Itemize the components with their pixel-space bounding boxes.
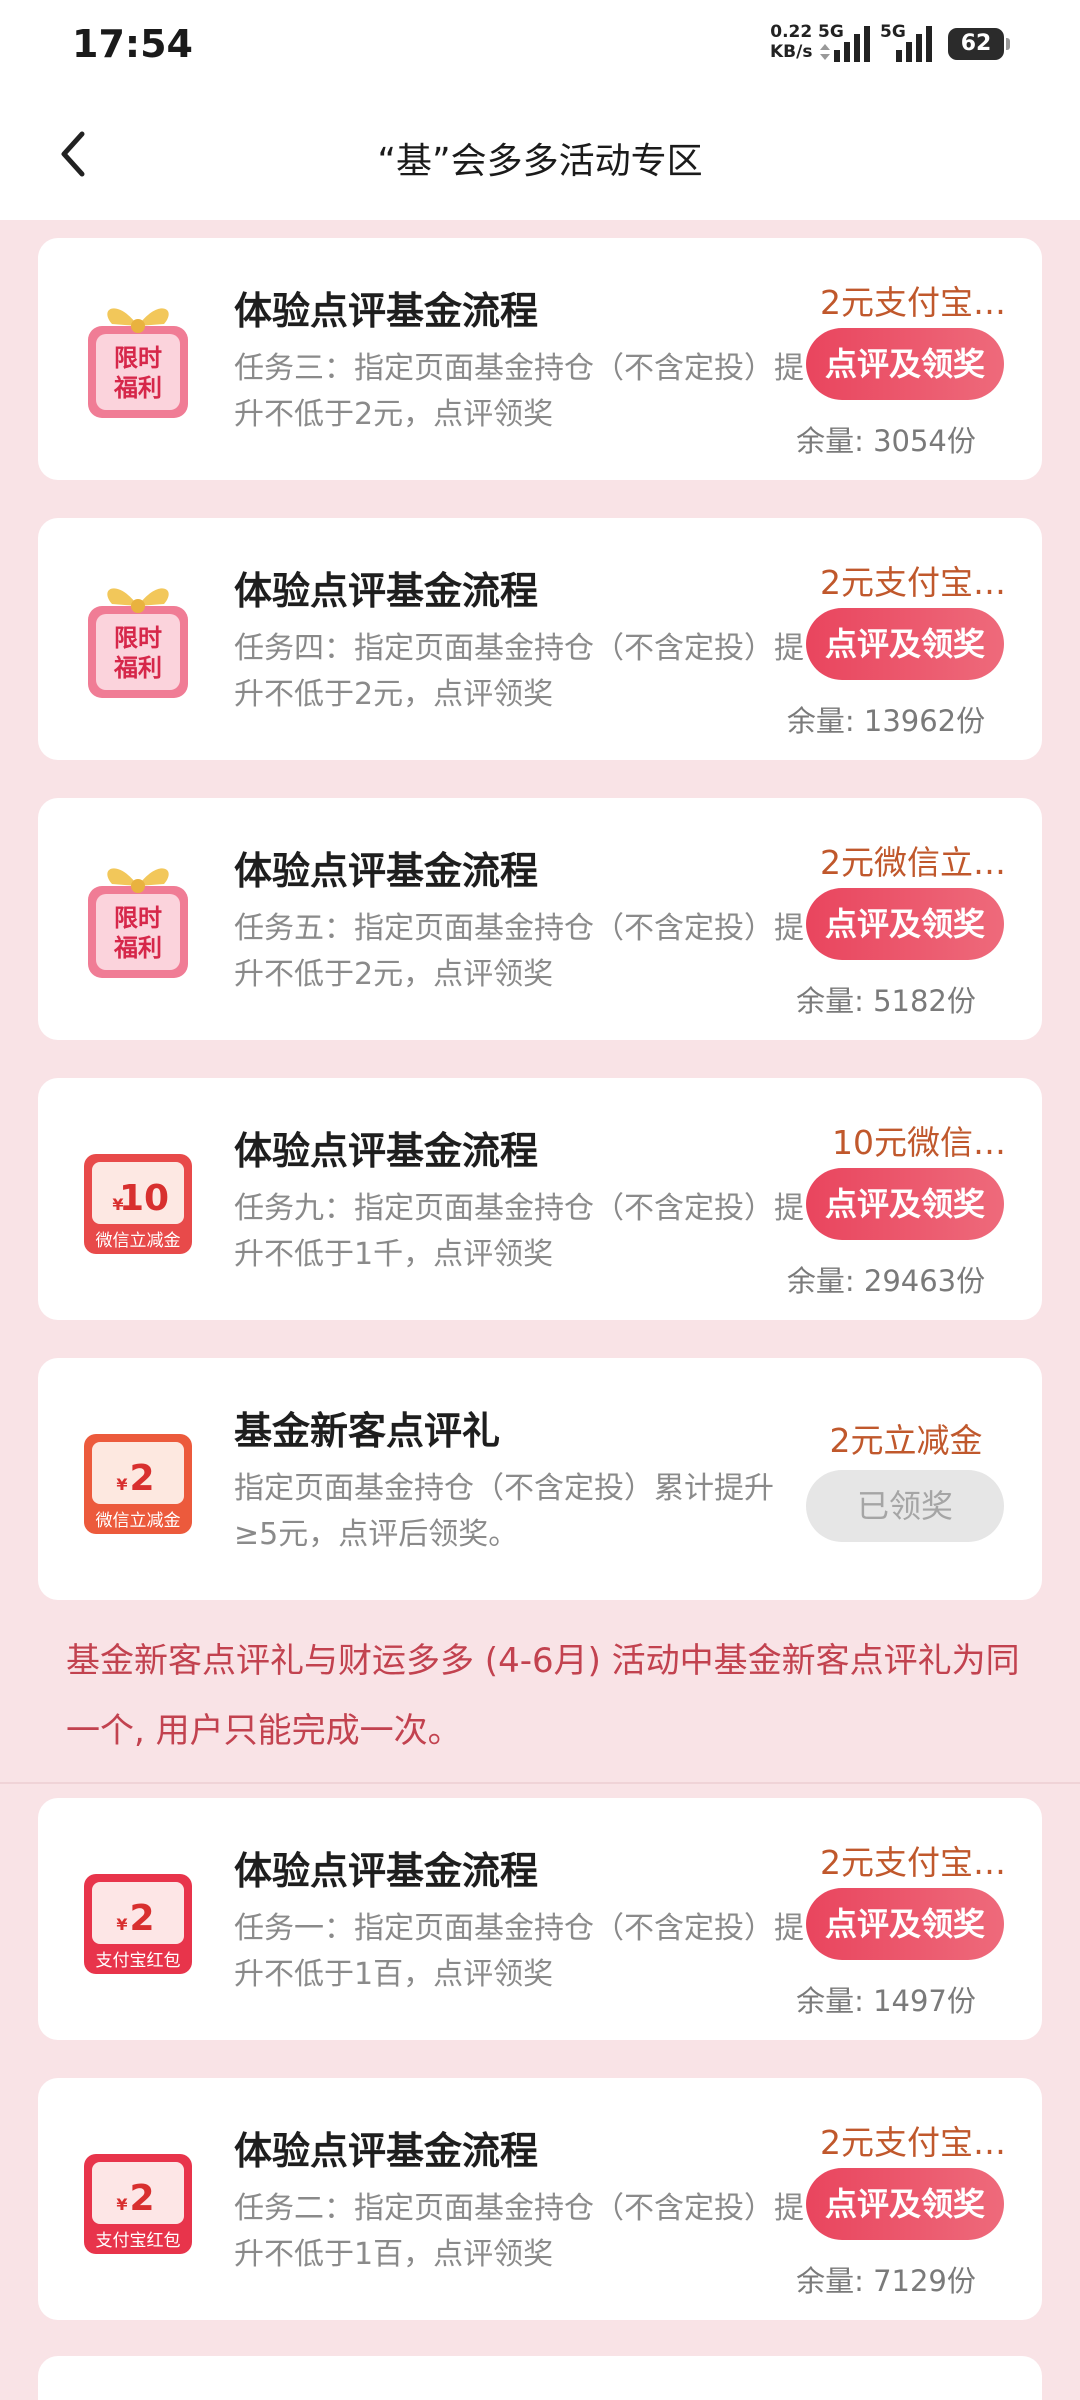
card-description: 指定页面基金持仓（不含定投）累计提升≥5元，点评后领奖。 bbox=[234, 1471, 774, 1552]
card-title: 基金新客点评礼 bbox=[234, 1409, 501, 1453]
review-claim-button[interactable]: 点评及领奖 bbox=[806, 1888, 1004, 1960]
gift-box-icon: 限时 福利 bbox=[88, 868, 188, 978]
review-claim-button[interactable]: 点评及领奖 bbox=[806, 1168, 1004, 1240]
signal-icon bbox=[834, 26, 870, 62]
stock-remaining: 余量: 29463份 bbox=[786, 1264, 986, 1298]
task-card-partial bbox=[38, 2356, 1042, 2400]
network-speed: 0.22 KB/s bbox=[770, 22, 812, 62]
review-claim-button[interactable]: 点评及领奖 bbox=[806, 2168, 1004, 2240]
coupon-amount: 2 bbox=[129, 2178, 154, 2219]
coupon-currency: ¥ bbox=[116, 1475, 127, 1494]
stock-remaining: 余量: 7129份 bbox=[796, 2264, 976, 2298]
stock-remaining: 余量: 13962份 bbox=[786, 704, 986, 738]
task-card: ¥ 2 支付宝红包 体验点评基金流程 任务一：指定页面基金持仓（不含定投）提升不… bbox=[38, 1798, 1042, 2040]
card-description: 任务五：指定页面基金持仓（不含定投）提升不低于2元，点评领奖 bbox=[234, 911, 804, 992]
card-title: 体验点评基金流程 bbox=[234, 289, 539, 333]
reward-label: 2元立减金 bbox=[829, 1421, 983, 1460]
task-card: ¥ 2 支付宝红包 体验点评基金流程 任务二：指定页面基金持仓（不含定投）提升不… bbox=[38, 2078, 1042, 2320]
card-description: 任务二：指定页面基金持仓（不含定投）提升不低于1百，点评领奖 bbox=[234, 2191, 804, 2272]
gift-icon-line1: 限时 bbox=[114, 904, 162, 932]
reward-label: 10元微信… bbox=[832, 1123, 1006, 1162]
signal-icon-2 bbox=[896, 26, 932, 62]
review-claim-button[interactable]: 点评及领奖 bbox=[806, 608, 1004, 680]
coupon-label: 微信立减金 bbox=[96, 1511, 181, 1531]
reward-label: 2元支付宝… bbox=[820, 1843, 1006, 1882]
gift-icon-line2: 福利 bbox=[113, 654, 162, 682]
coupon-icon: ¥ 10 微信立减金 bbox=[84, 1154, 192, 1254]
card-title: 体验点评基金流程 bbox=[234, 569, 539, 613]
task-card: 限时 福利 体验点评基金流程 任务五：指定页面基金持仓（不含定投）提升不低于2元… bbox=[38, 798, 1042, 1040]
task-card: ¥ 10 微信立减金 体验点评基金流程 任务九：指定页面基金持仓（不含定投）提升… bbox=[38, 1078, 1042, 1320]
battery-icon: 62 bbox=[948, 28, 1010, 60]
page-title: “基”会多多活动专区 bbox=[377, 141, 703, 182]
coupon-icon: ¥ 2 支付宝红包 bbox=[84, 1874, 192, 1974]
reward-label: 2元支付宝… bbox=[820, 283, 1006, 322]
coupon-amount: 2 bbox=[129, 1458, 154, 1499]
gift-icon-line2: 福利 bbox=[113, 934, 162, 962]
card-description: 任务三：指定页面基金持仓（不含定投）提升不低于2元，点评领奖 bbox=[234, 351, 804, 432]
stock-remaining: 余量: 1497份 bbox=[796, 1984, 976, 2018]
coupon-amount: 10 bbox=[119, 1178, 169, 1219]
card-description: 任务九：指定页面基金持仓（不含定投）提升不低于1千，点评领奖 bbox=[234, 1191, 804, 1272]
section-divider bbox=[0, 1782, 1080, 1784]
stock-remaining: 余量: 3054份 bbox=[796, 424, 976, 458]
coupon-label: 支付宝红包 bbox=[96, 2231, 181, 2251]
coupon-label: 支付宝红包 bbox=[96, 1951, 181, 1971]
card-title: 体验点评基金流程 bbox=[234, 1849, 539, 1893]
status-time: 17:54 bbox=[72, 22, 193, 66]
coupon-currency: ¥ bbox=[116, 2195, 127, 2214]
notice-text: 基金新客点评礼与财运多多 (4-6月) 活动中基金新客点评礼为同一个, 用户只能… bbox=[66, 1641, 1020, 1751]
coupon-currency: ¥ bbox=[116, 1915, 127, 1934]
new-customer-card: ¥ 2 微信立减金 基金新客点评礼 指定页面基金持仓（不含定投）累计提升≥5元，… bbox=[38, 1358, 1042, 1600]
gift-icon-line1: 限时 bbox=[114, 624, 162, 652]
card-description: 任务一：指定页面基金持仓（不含定投）提升不低于1百，点评领奖 bbox=[234, 1911, 804, 1992]
coupon-label: 微信立减金 bbox=[96, 1231, 181, 1251]
review-claim-button[interactable]: 点评及领奖 bbox=[806, 328, 1004, 400]
card-title: 体验点评基金流程 bbox=[234, 2129, 539, 2173]
reward-label: 2元微信立… bbox=[820, 843, 1006, 882]
reward-label: 2元支付宝… bbox=[820, 563, 1006, 602]
gift-box-icon: 限时 福利 bbox=[88, 588, 188, 698]
reward-label: 2元支付宝… bbox=[820, 2123, 1006, 2162]
data-transfer-icon bbox=[820, 44, 830, 60]
card-title: 体验点评基金流程 bbox=[234, 849, 539, 893]
stock-remaining: 余量: 5182份 bbox=[796, 984, 976, 1018]
task-card: 限时 福利 体验点评基金流程 任务四：指定页面基金持仓（不含定投）提升不低于2元… bbox=[38, 518, 1042, 760]
card-title: 体验点评基金流程 bbox=[234, 1129, 539, 1173]
network-speed-value: 0.22 bbox=[770, 22, 813, 42]
gift-icon-line2: 福利 bbox=[113, 374, 162, 402]
network-speed-unit: KB/s bbox=[770, 42, 813, 62]
nav-bar: “基”会多多活动专区 bbox=[0, 92, 1080, 220]
claimed-button[interactable]: 已领奖 bbox=[806, 1470, 1004, 1542]
coupon-icon: ¥ 2 支付宝红包 bbox=[84, 2154, 192, 2254]
task-card: 限时 福利 体验点评基金流程 任务三：指定页面基金持仓（不含定投）提升不低于2元… bbox=[38, 238, 1042, 480]
card-description: 任务四：指定页面基金持仓（不含定投）提升不低于2元，点评领奖 bbox=[234, 631, 804, 712]
review-claim-button[interactable]: 点评及领奖 bbox=[806, 888, 1004, 960]
coupon-icon: ¥ 2 微信立减金 bbox=[84, 1434, 192, 1534]
gift-box-icon: 限时 福利 bbox=[88, 308, 188, 418]
status-bar: 17:54 0.22 KB/s 5G 5G 62 bbox=[0, 0, 1080, 92]
coupon-amount: 2 bbox=[129, 1898, 154, 1939]
gift-icon-line1: 限时 bbox=[114, 344, 162, 372]
